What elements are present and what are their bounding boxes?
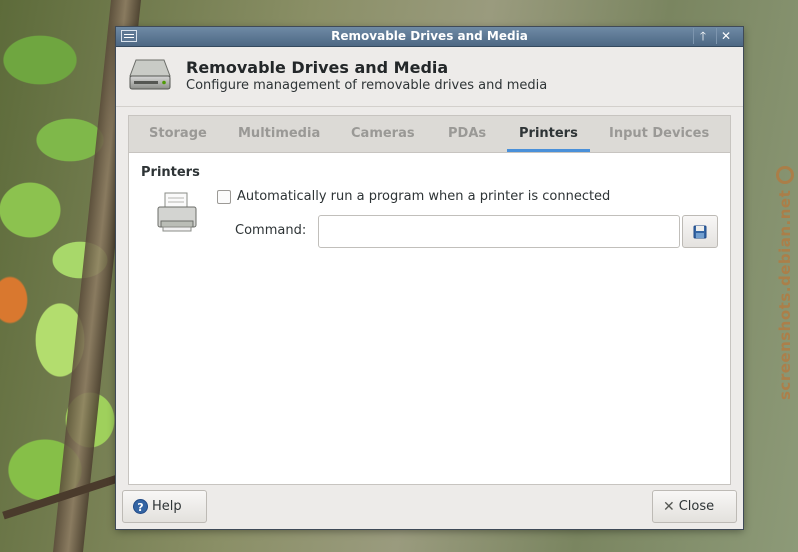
tab-bar: Storage Multimedia Cameras PDAs Printers… bbox=[128, 115, 731, 152]
command-input[interactable] bbox=[318, 215, 680, 248]
tab-cameras[interactable]: Cameras bbox=[351, 116, 415, 152]
tab-multimedia[interactable]: Multimedia bbox=[238, 116, 320, 152]
dialog-header: Removable Drives and Media Configure man… bbox=[116, 47, 743, 107]
titlebar[interactable]: Removable Drives and Media 🡑 ✕ bbox=[116, 27, 743, 47]
notebook: Storage Multimedia Cameras PDAs Printers… bbox=[128, 115, 731, 485]
watermark-text: screenshots.debian.net bbox=[776, 189, 794, 400]
auto-run-label[interactable]: Automatically run a program when a print… bbox=[237, 189, 610, 204]
watermark: screenshots.debian.net bbox=[770, 160, 798, 400]
window-close-button[interactable]: ✕ bbox=[716, 28, 735, 44]
auto-run-checkbox[interactable] bbox=[217, 190, 231, 204]
printer-icon bbox=[157, 192, 197, 232]
printers-section-label: Printers bbox=[141, 165, 200, 180]
close-button[interactable]: ✕ Close bbox=[652, 490, 737, 523]
window-title: Removable Drives and Media bbox=[331, 29, 528, 43]
tab-pdas[interactable]: PDAs bbox=[448, 116, 486, 152]
tab-printers[interactable]: Printers bbox=[507, 116, 590, 152]
header-title: Removable Drives and Media bbox=[186, 58, 449, 77]
maximize-button[interactable]: 🡑 bbox=[693, 28, 712, 44]
tab-storage[interactable]: Storage bbox=[149, 116, 207, 152]
close-icon: ✕ bbox=[663, 498, 675, 515]
dialog-window: Removable Drives and Media 🡑 ✕ Removable… bbox=[116, 27, 743, 529]
printers-page: Printers Automatically run a program whe… bbox=[128, 152, 731, 485]
browse-button[interactable] bbox=[682, 215, 718, 248]
close-button-label: Close bbox=[678, 499, 715, 514]
help-button[interactable]: ? Help bbox=[122, 490, 207, 523]
folder-open-icon bbox=[693, 225, 707, 238]
debian-logo-icon bbox=[776, 165, 794, 184]
help-button-label: Help bbox=[152, 499, 182, 514]
tab-input-devices[interactable]: Input Devices bbox=[609, 116, 709, 152]
help-icon: ? bbox=[133, 499, 148, 514]
command-label: Command: bbox=[235, 223, 307, 238]
header-subtitle: Configure management of removable drives… bbox=[186, 78, 548, 93]
drive-icon bbox=[129, 59, 171, 90]
